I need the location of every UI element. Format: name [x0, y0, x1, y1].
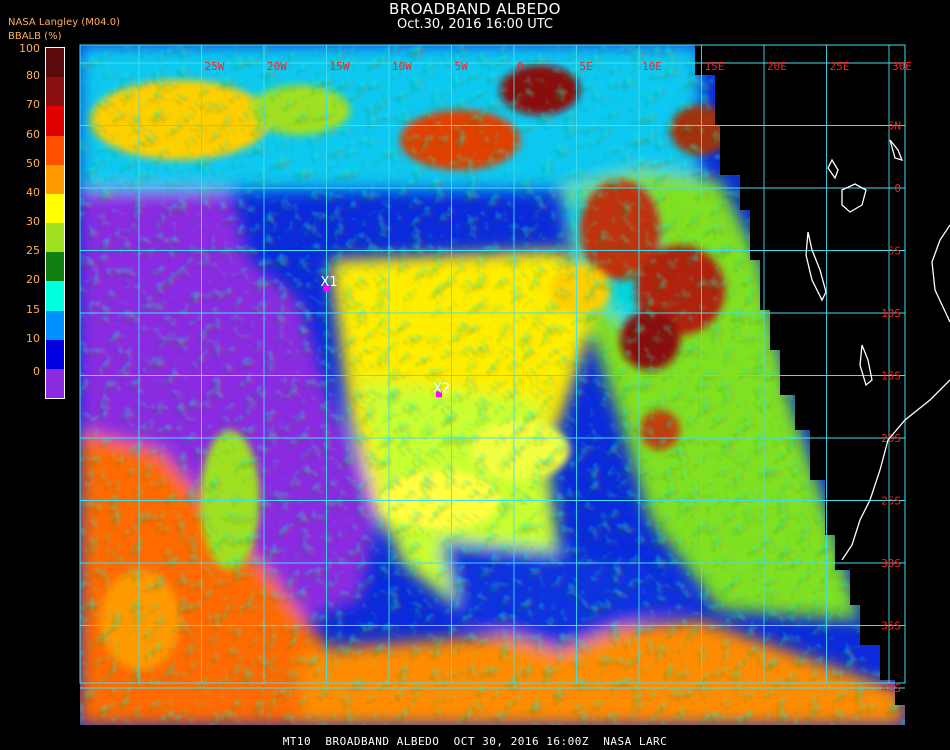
- coastline: [805, 139, 950, 561]
- longitude-label: 15E: [705, 60, 725, 73]
- albedo-map: 25W20W15W10W5W05E10E15E20E25E30E35E5N05S…: [79, 44, 950, 725]
- latitude-label: 15S: [881, 370, 901, 383]
- longitude-label: 10W: [392, 60, 412, 73]
- coastline-mozambique: [841, 379, 950, 561]
- coastline-lake-turkana: [827, 158, 839, 180]
- latitude-label: 35S: [881, 620, 901, 633]
- longitude-label: 25W: [205, 60, 225, 73]
- latitude-label: 30S: [881, 557, 901, 570]
- coastline-lake-tanganyika: [805, 231, 827, 302]
- longitude-label: 0: [517, 60, 524, 73]
- coastline-lake-kivu: [889, 139, 904, 161]
- latitude-label: 5N: [888, 120, 901, 133]
- latitude-label: 5S: [888, 245, 901, 258]
- longitude-label: 15W: [330, 60, 350, 73]
- latitude-label: 0: [894, 182, 901, 195]
- coastline-lake-malawi: [859, 344, 873, 387]
- longitude-label: 5W: [455, 60, 469, 73]
- longitude-label: 20E: [767, 60, 787, 73]
- longitude-label: 5E: [580, 60, 593, 73]
- coastline-east-africa: [931, 224, 950, 323]
- latitude-label: 25S: [881, 495, 901, 508]
- latitude-label: 10S: [881, 307, 901, 320]
- image-footer: MT10 BROADBAND ALBEDO OCT 30, 2016 16:00…: [282, 735, 668, 748]
- site-marker-label: X1: [321, 275, 338, 290]
- latitude-label: 40S: [881, 682, 901, 695]
- longitude-label: 10E: [642, 60, 662, 73]
- longitude-label: 30E: [892, 60, 912, 73]
- latitude-label: 20S: [881, 432, 901, 445]
- longitude-label: 20W: [267, 60, 287, 73]
- longitude-label: 25E: [830, 60, 850, 73]
- site-marker-label: X2: [433, 381, 450, 396]
